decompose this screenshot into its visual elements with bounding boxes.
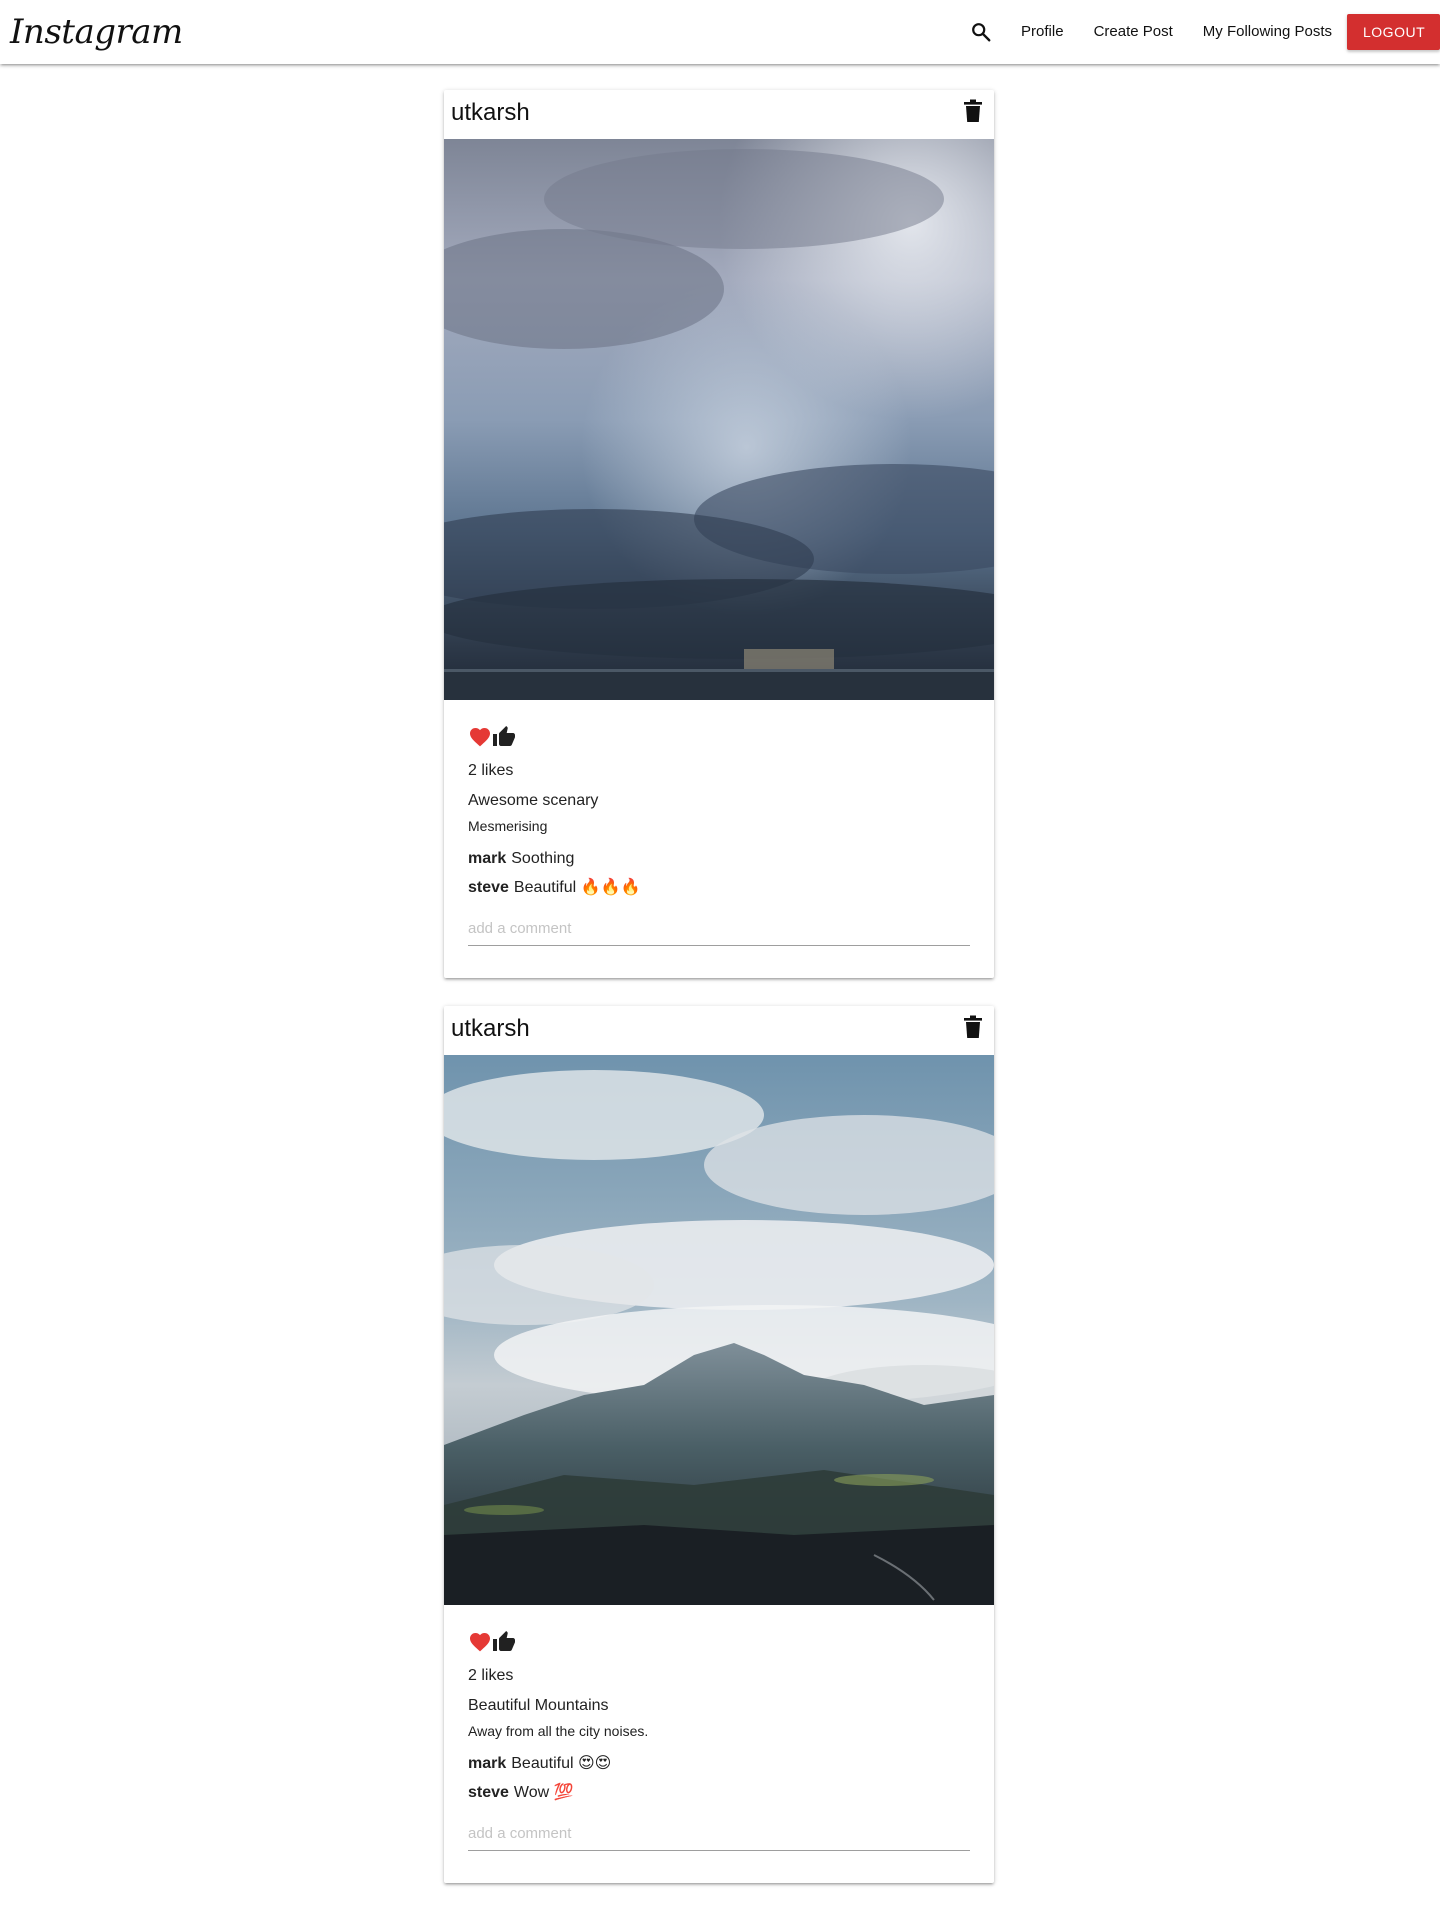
thumb-up-icon[interactable]: [492, 1630, 516, 1654]
comment-input[interactable]: [468, 912, 970, 946]
comment: mark Beautiful 😍😍: [468, 1749, 970, 1778]
post-card: utkarsh: [444, 1006, 994, 1883]
post-title: Awesome scenary: [468, 792, 599, 809]
comment-user[interactable]: mark: [468, 1755, 506, 1772]
comment: steve Wow 💯: [468, 1778, 970, 1807]
post-image: [444, 139, 994, 700]
comment-user[interactable]: steve: [468, 1784, 509, 1801]
nav-links: Profile Create Post My Following Posts L…: [966, 0, 1440, 64]
post-header: utkarsh: [444, 90, 994, 139]
post-body: Away from all the city noises.: [468, 1723, 649, 1739]
comment: steve Beautiful 🔥🔥🔥: [468, 873, 970, 902]
post-username[interactable]: utkarsh: [451, 1012, 530, 1046]
search-icon[interactable]: [966, 17, 996, 47]
post-content: 2 likes Beautiful Mountains Away from al…: [444, 1605, 994, 1883]
thumb-up-icon[interactable]: [492, 725, 516, 749]
nav-link-create-post[interactable]: Create Post: [1079, 0, 1188, 64]
nav-link-profile[interactable]: Profile: [1006, 0, 1079, 64]
logout-button[interactable]: LOGOUT: [1347, 14, 1440, 50]
post-image: [444, 1055, 994, 1605]
comment-text: Beautiful 🔥🔥🔥: [513, 879, 641, 896]
delete-icon[interactable]: [962, 1014, 984, 1040]
post-header: utkarsh: [444, 1006, 994, 1055]
post-username[interactable]: utkarsh: [451, 96, 530, 130]
reactions: [468, 1629, 970, 1655]
post-image-mountain: [444, 1055, 994, 1605]
post-body: Mesmerising: [468, 818, 548, 834]
comment-text: Wow 💯: [513, 1784, 574, 1801]
post-title: Beautiful Mountains: [468, 1697, 609, 1714]
comment-user[interactable]: steve: [468, 879, 509, 896]
heart-icon[interactable]: [468, 1630, 492, 1654]
heart-icon[interactable]: [468, 725, 492, 749]
nav-link-following-posts[interactable]: My Following Posts: [1188, 0, 1347, 64]
post-image-storm: [444, 139, 994, 700]
brand-logo[interactable]: Instagram: [10, 10, 183, 54]
comment-text: Beautiful 😍😍: [511, 1755, 612, 1772]
comment: mark Soothing: [468, 844, 970, 873]
feed: utkarsh 2 likes Awesome scenary Mesmeris…: [444, 90, 994, 1911]
comment-text: Soothing: [511, 850, 575, 867]
comment-user[interactable]: mark: [468, 850, 506, 867]
delete-icon[interactable]: [962, 98, 984, 124]
comment-input[interactable]: [468, 1817, 970, 1851]
reactions: [468, 724, 970, 750]
post-card: utkarsh: [444, 90, 994, 978]
navbar: Instagram Profile Create Post My Followi…: [0, 0, 1440, 64]
likes-count: 2 likes: [468, 1667, 514, 1684]
likes-count: 2 likes: [468, 762, 514, 779]
post-content: 2 likes Awesome scenary Mesmerising mark…: [444, 700, 994, 978]
